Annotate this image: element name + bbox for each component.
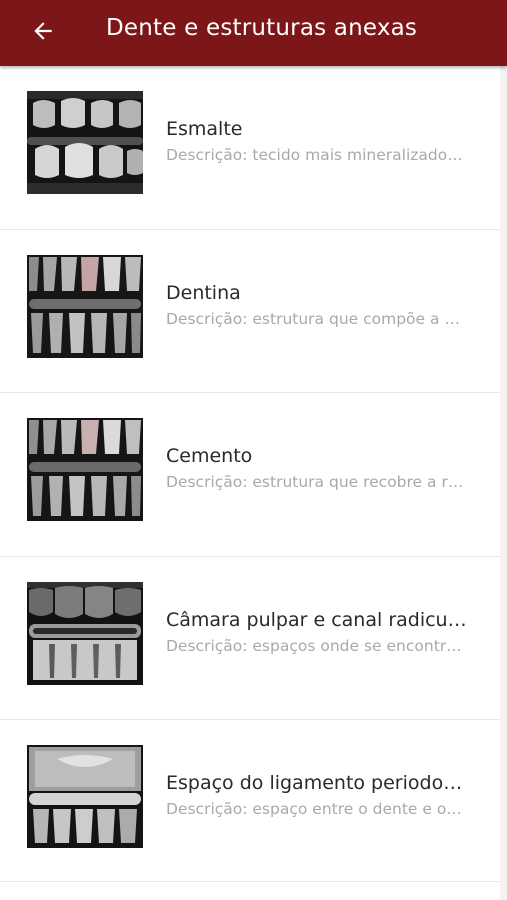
xray-thumbnail: [27, 418, 143, 521]
list-item-esmalte[interactable]: Esmalte Descrição: tecido mais mineraliz…: [0, 66, 500, 230]
scroll-edge: [500, 66, 507, 900]
xray-thumbnail: [27, 581, 143, 685]
xray-thumbnail: [27, 254, 143, 358]
item-description: Descrição: espaço entre o dente e o osso: [166, 800, 466, 818]
back-button[interactable]: [26, 14, 60, 48]
item-title: Esmalte: [166, 118, 243, 140]
list-item-cemento[interactable]: Cemento Descrição: estrutura que recobre…: [0, 393, 500, 557]
item-description: Descrição: tecido mais mineralizado do c…: [166, 146, 466, 164]
item-title: Cemento: [166, 445, 253, 467]
list-item-camara-pulpar[interactable]: Câmara pulpar e canal radicular Descriçã…: [0, 556, 500, 720]
app-bar: Dente e estruturas anexas: [0, 0, 507, 66]
xray-thumbnail: [27, 745, 143, 848]
item-description: Descrição: estrutura que recobre a raiz: [166, 473, 466, 491]
structures-list: Esmalte Descrição: tecido mais mineraliz…: [0, 66, 500, 884]
item-title: Dentina: [166, 281, 241, 304]
item-description: Descrição: estrutura que compõe a maior …: [166, 309, 466, 328]
page-title: Dente e estruturas anexas: [106, 15, 418, 41]
next-list-item-partial[interactable]: [0, 881, 500, 900]
list-item-ligamento-periodontal[interactable]: Espaço do ligamento periodontal Descriçã…: [0, 720, 500, 884]
xray-thumbnail: [27, 91, 143, 194]
item-title: Espaço do ligamento periodontal: [166, 772, 471, 794]
item-title: Câmara pulpar e canal radicular: [166, 608, 471, 631]
list-item-dentina[interactable]: Dentina Descrição: estrutura que compõe …: [0, 229, 500, 393]
item-description: Descrição: espaços onde se encontra a po…: [166, 636, 466, 655]
arrow-left-icon: [34, 22, 52, 40]
